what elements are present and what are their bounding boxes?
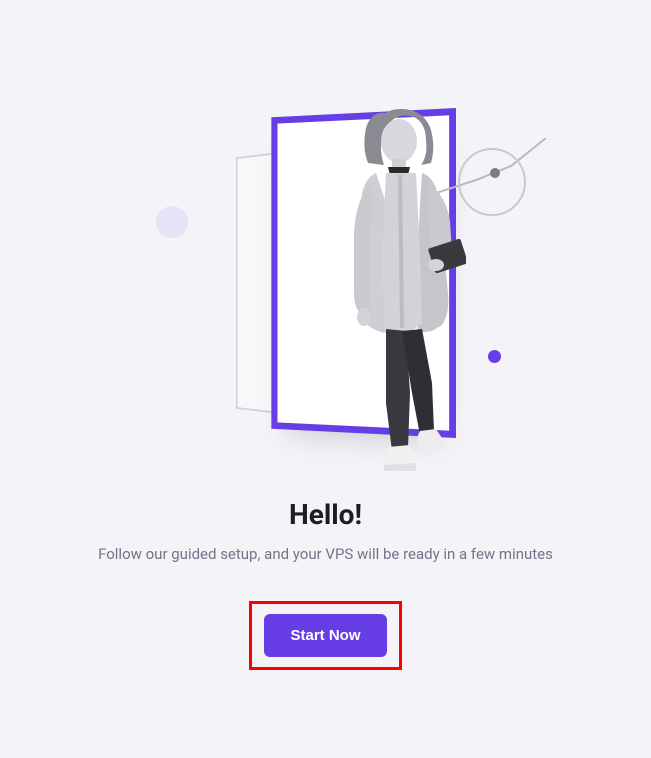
decorative-graph-circle-icon <box>458 148 526 216</box>
hero-subtext: Follow our guided setup, and your VPS wi… <box>98 545 553 563</box>
hero-heading: Hello! <box>289 498 362 531</box>
decorative-graph-dot-icon <box>490 168 500 178</box>
decorative-dot-icon <box>488 350 501 363</box>
start-now-button[interactable]: Start Now <box>264 614 386 657</box>
highlight-annotation: Start Now <box>249 601 401 670</box>
person-illustration <box>336 103 466 483</box>
onboarding-hero: Hello! Follow our guided setup, and your… <box>0 88 651 670</box>
decorative-circle-icon <box>156 206 188 238</box>
hero-illustration <box>146 88 506 468</box>
